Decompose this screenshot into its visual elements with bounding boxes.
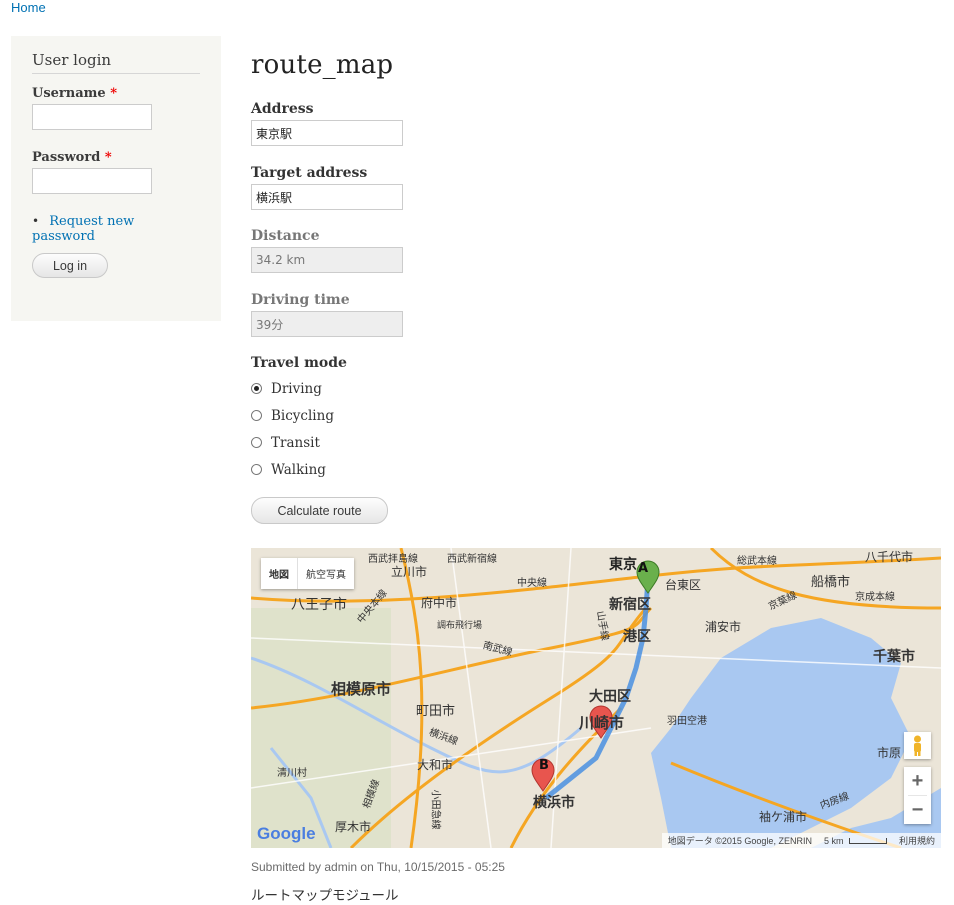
- map-label-nanbu: 南武線: [481, 640, 514, 659]
- map-label-kiyokawa: 清川村: [277, 768, 307, 779]
- map-label-haneda: 羽田空港: [667, 716, 707, 727]
- radio-driving[interactable]: Driving: [251, 375, 347, 402]
- list-item: Request new password: [32, 214, 200, 244]
- map-label-sagami: 相模線: [361, 778, 383, 811]
- map-label-machida: 町田市: [416, 704, 456, 719]
- map-type-satellite-button[interactable]: 航空写真: [297, 558, 354, 589]
- address-input[interactable]: [251, 120, 403, 146]
- map-label-tachikawa: 立川市: [391, 565, 428, 579]
- radio-button[interactable]: [251, 383, 262, 394]
- distance-label: Distance: [251, 228, 320, 244]
- map-type-toggle: 地図 航空写真: [261, 558, 354, 589]
- breadcrumb-home-link[interactable]: Home: [11, 0, 46, 15]
- map-label-urayasu: 浦安市: [705, 620, 742, 634]
- map-label-keisei: 京成本線: [855, 592, 895, 603]
- street-view-pegman[interactable]: [904, 732, 931, 759]
- target-field: Target address: [251, 165, 403, 210]
- map-label-yamanote: 山手線: [594, 610, 611, 642]
- page-title: route_map: [251, 50, 394, 80]
- google-logo[interactable]: Google: [257, 824, 316, 844]
- target-address-label: Target address: [251, 165, 368, 181]
- distance-field: Distance: [251, 228, 403, 273]
- node-body: ルートマップモジュール: [251, 888, 399, 903]
- scale-bar: [848, 838, 887, 845]
- map-label-odakyu: 小田急線: [429, 789, 441, 830]
- travel-mode-field: Travel mode Driving Bicycling Transit Wa…: [251, 355, 347, 483]
- map-marker-b-label: B: [539, 758, 549, 773]
- map-label-seibu-haijima: 西武拝島線: [368, 554, 418, 565]
- map-label-ichihara: 市原: [877, 746, 902, 760]
- map-label-taito: 台東区: [665, 578, 702, 592]
- map-label-yachiyo: 八千代市: [865, 550, 914, 564]
- attribution-text: 地図データ ©2015 Google, ZENRIN: [667, 836, 812, 846]
- map-label-yokohama: 横浜市: [533, 795, 575, 811]
- map-type-map-button[interactable]: 地図: [261, 558, 297, 589]
- main-content: route_map Address Target address Distanc…: [251, 50, 941, 524]
- pegman-icon: [914, 735, 921, 756]
- driving-time-label: Driving time: [251, 292, 350, 308]
- required-mark: *: [110, 86, 118, 101]
- target-address-input[interactable]: [251, 184, 403, 210]
- map-label-kawasaki: 川崎市: [579, 714, 625, 732]
- password-label: Password *: [32, 150, 112, 165]
- map-attribution: 地図データ ©2015 Google, ZENRIN 5 km 利用規約: [661, 833, 941, 848]
- zoom-out-button[interactable]: −: [904, 796, 931, 824]
- user-login-block: User login Username * Password * Request…: [11, 36, 221, 321]
- map-label-sodegaura: 袖ケ浦市: [759, 810, 808, 824]
- zoom-in-button[interactable]: +: [904, 767, 931, 795]
- map-label-sobu: 総武本線: [737, 556, 777, 567]
- radio-button[interactable]: [251, 464, 262, 475]
- map-label-chuo-line: 中央線: [517, 578, 547, 589]
- map-label-chiba: 千葉市: [873, 649, 915, 665]
- map-label-tokyo: 東京: [609, 557, 637, 573]
- map-label-shinjuku: 新宿区: [609, 597, 651, 613]
- radio-transit[interactable]: Transit: [251, 429, 347, 456]
- user-login-title: User login: [32, 51, 200, 74]
- map-label-ota: 大田区: [589, 689, 631, 705]
- map-label-yokohama-line: 横浜線: [427, 727, 460, 748]
- address-label: Address: [251, 101, 314, 117]
- map-labels: A B 東京 新宿区 港区 台東区 浦安市 船橋市 千葉市 八王子市 府中市 立…: [251, 548, 941, 848]
- radio-walking[interactable]: Walking: [251, 456, 347, 483]
- submitted-info: Submitted by admin on Thu, 10/15/2015 - …: [251, 860, 505, 874]
- request-password-link[interactable]: Request new password: [32, 214, 134, 244]
- user-links: Request new password: [32, 214, 200, 244]
- driving-time-input: [251, 311, 403, 337]
- map-label-minato: 港区: [623, 629, 651, 645]
- breadcrumb: Home: [11, 0, 46, 15]
- calculate-route-button[interactable]: Calculate route: [251, 497, 388, 524]
- username-label: Username *: [32, 86, 118, 101]
- route-map[interactable]: A B 東京 新宿区 港区 台東区 浦安市 船橋市 千葉市 八王子市 府中市 立…: [251, 548, 941, 848]
- radio-button[interactable]: [251, 410, 262, 421]
- radio-bicycling[interactable]: Bicycling: [251, 402, 347, 429]
- address-field: Address: [251, 101, 403, 146]
- radio-button[interactable]: [251, 437, 262, 448]
- map-label-chofu: 調布飛行場: [437, 621, 483, 631]
- map-scale: 5 km: [824, 836, 887, 846]
- map-label-chuo-main: 中央本線: [355, 587, 390, 626]
- map-label-atsugi: 厚木市: [335, 820, 372, 834]
- distance-input: [251, 247, 403, 273]
- map-label-sagamihara: 相模原市: [331, 680, 392, 698]
- map-label-uchibo: 内房線: [818, 791, 851, 812]
- map-label-keiyo: 京葉線: [766, 589, 799, 613]
- driving-time-field: Driving time: [251, 292, 403, 337]
- map-label-hachioji: 八王子市: [291, 597, 347, 613]
- travel-mode-label: Travel mode: [251, 355, 347, 371]
- required-mark: *: [104, 150, 112, 165]
- password-input[interactable]: [32, 168, 152, 194]
- map-marker-a-label: A: [637, 561, 649, 576]
- map-label-seibu-shinjuku: 西武新宿線: [447, 554, 497, 565]
- map-label-funabashi: 船橋市: [811, 575, 851, 590]
- log-in-button[interactable]: Log in: [32, 253, 108, 278]
- zoom-control: + −: [904, 767, 931, 824]
- map-label-fuchu: 府中市: [421, 596, 458, 610]
- map-label-yamato: 大和市: [417, 758, 454, 772]
- username-input[interactable]: [32, 104, 152, 130]
- terms-link[interactable]: 利用規約: [899, 834, 935, 847]
